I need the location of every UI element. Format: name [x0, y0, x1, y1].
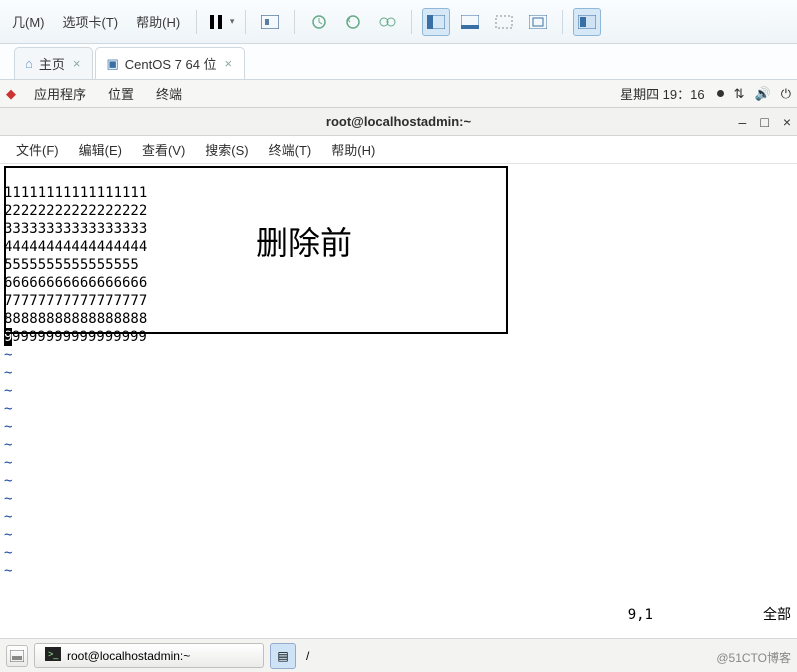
gnome-taskbar: >_ root@localhostadmin:~ ▤ / @51CTO博客 [0, 638, 797, 672]
menu-search[interactable]: 搜索(S) [197, 137, 256, 162]
gnome-top-bar: ◆ 应用程序 位置 终端 星期四 19：16 ⇅ 🔊 ⏻ [0, 80, 797, 108]
gnome-clock[interactable]: 星期四 19：16 [620, 84, 705, 103]
line: 77777777777777777 [4, 293, 147, 309]
menu-edit[interactable]: 编辑(E) [71, 137, 130, 162]
chevron-down-icon: ▾ [230, 16, 235, 27]
vim-tilde: ~ [4, 455, 12, 471]
line: 11111111111111111 [4, 185, 147, 201]
files-icon: ▤ [277, 649, 288, 663]
line: 5555555555555555 [4, 257, 139, 273]
view-console-icon[interactable] [456, 8, 484, 36]
tabs-row: ⌂ 主页 × ▣ CentOS 7 64 位 × [0, 44, 797, 80]
vim-tilde: ~ [4, 419, 12, 435]
line: 33333333333333333 [4, 221, 147, 237]
menu-file[interactable]: 文件(F) [8, 137, 67, 162]
window-maximize-icon[interactable]: □ [760, 114, 768, 130]
vim-tilde: ~ [4, 491, 12, 507]
view-stretch-icon[interactable] [490, 8, 518, 36]
window-close-icon[interactable]: × [783, 114, 791, 130]
snapshot-revert-icon[interactable] [339, 8, 367, 36]
host-menu-help[interactable]: 帮助(H) [128, 8, 188, 35]
host-menu-tabs[interactable]: 选项卡(T) [55, 8, 127, 35]
scroll-indicator: 全部 [763, 606, 791, 624]
terminal-body[interactable]: 11111111111111111 22222222222222222 3333… [0, 164, 797, 630]
send-ctrl-alt-del-icon[interactable] [256, 8, 284, 36]
gnome-places[interactable]: 位置 [104, 82, 138, 105]
vim-tilde: ~ [4, 401, 12, 417]
home-icon: ⌂ [25, 56, 33, 71]
view-fullscreen-icon[interactable] [524, 8, 552, 36]
apps-icon: ◆ [6, 86, 16, 102]
vim-tilde: ~ [4, 509, 12, 525]
power-icon[interactable]: ⏻ [781, 86, 791, 102]
line: 88888888888888888 [4, 311, 147, 327]
terminal-title: root@localhostadmin:~ [326, 114, 471, 129]
terminal-icon: >_ [45, 647, 61, 664]
task-label: root@localhostadmin:~ [67, 649, 190, 663]
terminal-titlebar: root@localhostadmin:~ – □ × [0, 108, 797, 136]
view-unity-icon[interactable] [573, 8, 601, 36]
line: 44444444444444444 [4, 239, 147, 255]
close-icon[interactable]: × [71, 56, 83, 71]
menu-view[interactable]: 查看(V) [134, 137, 193, 162]
tab-label: CentOS 7 64 位 [125, 54, 217, 73]
line: 22222222222222222 [4, 203, 147, 219]
status-dot-icon [717, 90, 724, 97]
vim-tilde: ~ [4, 347, 12, 363]
network-icon[interactable]: ⇅ [734, 86, 745, 102]
snapshot-take-icon[interactable] [305, 8, 333, 36]
tab-home[interactable]: ⌂ 主页 × [14, 47, 93, 79]
vim-tilde: ~ [4, 545, 12, 561]
gnome-applications[interactable]: 应用程序 [30, 82, 90, 105]
cursor-position: 9,1 [628, 606, 653, 624]
menu-help[interactable]: 帮助(H) [323, 137, 383, 162]
vim-tilde: ~ [4, 437, 12, 453]
show-desktop-icon[interactable] [6, 645, 28, 667]
task-label-2: / [302, 649, 309, 663]
terminal-menu-bar: 文件(F) 编辑(E) 查看(V) 搜索(S) 终端(T) 帮助(H) [0, 136, 797, 164]
volume-icon[interactable]: 🔊 [755, 86, 771, 102]
cursor: 9 [4, 328, 12, 346]
line: 9999999999999999 [12, 329, 147, 345]
close-icon[interactable]: × [223, 56, 235, 71]
tab-centos[interactable]: ▣ CentOS 7 64 位 × [95, 47, 245, 79]
window-minimize-icon[interactable]: – [739, 114, 747, 130]
terminal-output: 11111111111111111 22222222222222222 3333… [0, 164, 797, 580]
watermark: @51CTO博客 [716, 649, 791, 666]
taskbar-terminal[interactable]: >_ root@localhostadmin:~ [34, 643, 264, 668]
vim-tilde: ~ [4, 527, 12, 543]
host-toolbar: 几(M) 选项卡(T) 帮助(H) ▾ [0, 0, 797, 44]
taskbar-files[interactable]: ▤ [270, 643, 296, 669]
line: 66666666666666666 [4, 275, 147, 291]
vim-status-line: 9,1 全部 [0, 606, 797, 624]
host-menu-machine[interactable]: 几(M) [4, 8, 53, 35]
view-sidebar-icon[interactable] [422, 8, 450, 36]
tab-label: 主页 [39, 54, 65, 73]
vim-tilde: ~ [4, 365, 12, 381]
vim-tilde: ~ [4, 383, 12, 399]
pause-icon[interactable]: ▾ [207, 8, 235, 36]
gnome-terminal-app[interactable]: 终端 [152, 82, 186, 105]
svg-text:>_: >_ [48, 649, 59, 659]
vim-tilde: ~ [4, 473, 12, 489]
menu-terminal[interactable]: 终端(T) [261, 137, 320, 162]
vm-icon: ▣ [106, 56, 118, 72]
snapshot-manage-icon[interactable] [373, 8, 401, 36]
vim-tilde: ~ [4, 563, 12, 579]
